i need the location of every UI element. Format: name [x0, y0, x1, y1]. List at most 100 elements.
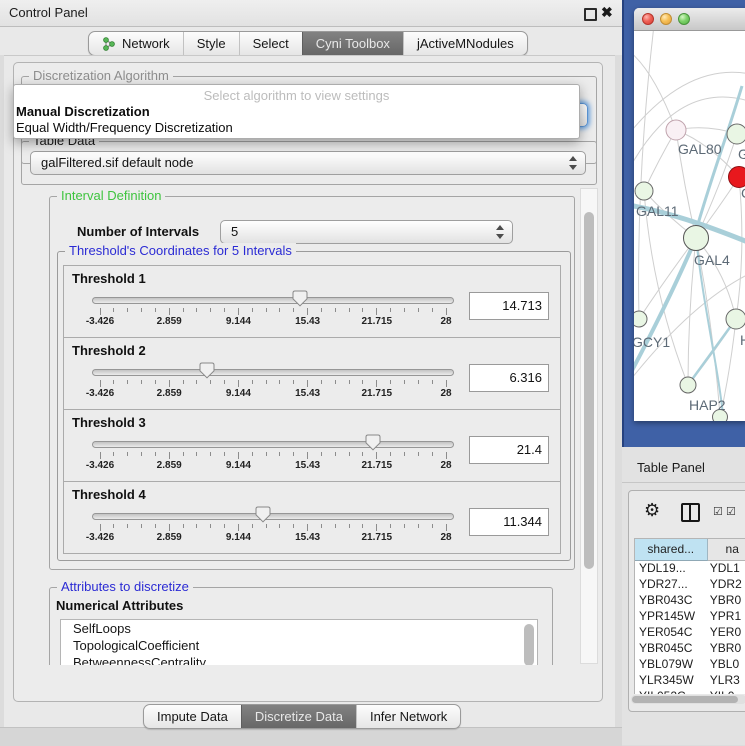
slider-track[interactable] — [92, 513, 454, 520]
attribute-list-item[interactable]: SelfLoops — [61, 620, 537, 637]
network-window[interactable]: GAL80 GA C GAL11 GAL4 GCY1 H HAP2 — [634, 8, 745, 421]
axis-tick-label: 9.144 — [226, 316, 251, 327]
axis-tick — [362, 452, 363, 456]
threshold-panel: Threshold 2-3.4262.8599.14415.4321.71528… — [63, 337, 561, 410]
tab-jactivemnodules[interactable]: jActiveMNodules — [403, 32, 527, 55]
tab-cyni-toolbox[interactable]: Cyni Toolbox — [302, 32, 403, 55]
network-node-pink[interactable] — [666, 120, 686, 140]
dropdown-option-manual[interactable]: Manual Discretization — [14, 104, 579, 120]
table-row[interactable]: YPR145WYPR1 — [635, 609, 745, 625]
slider-handle[interactable] — [365, 434, 381, 451]
table-row[interactable]: YBL079WYBL0 — [635, 657, 745, 673]
slider-handle[interactable] — [199, 362, 215, 379]
network-node-gcy1[interactable] — [634, 311, 647, 327]
axis-tick — [127, 380, 128, 384]
axis-tick — [432, 524, 433, 528]
checkbox-icon[interactable]: ☑ — [726, 505, 736, 518]
tab-style[interactable]: Style — [183, 32, 239, 55]
axis-tick — [279, 380, 280, 384]
table-row[interactable]: YIL052CYIL0 — [635, 689, 745, 694]
slider-track[interactable] — [92, 297, 454, 304]
axis-tick-label: -3.426 — [86, 388, 114, 399]
threshold-panel: Threshold 1-3.4262.8599.14415.4321.71528… — [63, 265, 561, 338]
axis-tick — [390, 524, 391, 528]
network-node-gal4[interactable] — [684, 226, 709, 251]
cell-shared-name: YBR043C — [635, 593, 708, 609]
tab-select[interactable]: Select — [239, 32, 302, 55]
close-icon[interactable]: ✖ — [601, 4, 613, 21]
axis-tick — [155, 380, 156, 384]
axis-tick-label: 9.144 — [226, 532, 251, 543]
axis-tick — [155, 524, 156, 528]
node-label-gcy1: GCY1 — [634, 334, 670, 350]
network-node-hap2[interactable] — [680, 377, 696, 393]
axis-tick-label: 28 — [440, 532, 451, 543]
cell-name: YPR1 — [708, 609, 745, 625]
form-scrollbar-thumb[interactable] — [584, 212, 594, 569]
column-header-name[interactable]: na — [708, 539, 745, 561]
tab-impute-data[interactable]: Impute Data — [144, 705, 241, 728]
axis-tick-label: -3.426 — [86, 532, 114, 543]
axis-tick — [349, 452, 350, 456]
axis-tick-label: 2.859 — [157, 388, 182, 399]
network-canvas[interactable]: GAL80 GA C GAL11 GAL4 GCY1 H HAP2 — [634, 31, 745, 421]
node-label-hap2: HAP2 — [689, 397, 726, 413]
network-node[interactable] — [726, 309, 745, 329]
zoom-traffic-light-icon[interactable] — [678, 13, 690, 25]
table-row[interactable]: YDL19...YDL1 — [635, 561, 745, 577]
float-window-icon[interactable] — [584, 8, 597, 21]
axis-tick — [432, 452, 433, 456]
list-scrollbar-thumb[interactable] — [524, 624, 534, 665]
table-row[interactable]: YER054CYER0 — [635, 625, 745, 641]
axis-tick — [141, 308, 142, 312]
table-horizontal-scrollbar[interactable] — [631, 695, 745, 704]
tab-network[interactable]: Network — [89, 32, 183, 55]
axis-tick — [446, 308, 447, 315]
axis-tick-label: 2.859 — [157, 532, 182, 543]
table-horizontal-scrollbar-thumb[interactable] — [632, 696, 738, 703]
tab-discretize-data[interactable]: Discretize Data — [241, 705, 356, 728]
threshold-value-field[interactable]: 6.316 — [469, 364, 549, 392]
slider-handle[interactable] — [255, 506, 271, 523]
axis-tick — [404, 308, 405, 312]
slider-track[interactable] — [92, 369, 454, 376]
dropdown-option-equal-width[interactable]: Equal Width/Frequency Discretization — [14, 120, 579, 136]
column-header-shared-name[interactable]: shared... — [635, 539, 708, 561]
axis-tick — [100, 524, 101, 531]
table-data-combobox[interactable]: galFiltered.sif default node — [30, 151, 586, 175]
attribute-list-item[interactable]: BetweennessCentrality — [61, 654, 537, 665]
table-row[interactable]: YDR27...YDR2 — [635, 577, 745, 593]
form-scrollbar[interactable] — [580, 188, 598, 664]
threshold-value-field[interactable]: 21.4 — [469, 436, 549, 464]
network-node[interactable] — [635, 182, 653, 200]
table-row[interactable]: YBR043CYBR0 — [635, 593, 745, 609]
slider-handle[interactable] — [292, 290, 308, 307]
axis-tick — [252, 308, 253, 312]
numerical-attributes-list[interactable]: SelfLoopsTopologicalCoefficientBetweenne… — [60, 619, 538, 665]
table-row[interactable]: YBR045CYBR0 — [635, 641, 745, 657]
network-window-titlebar — [634, 8, 745, 31]
network-edges — [634, 31, 745, 417]
gear-icon[interactable]: ⚙ — [644, 500, 660, 520]
tab-infer-network[interactable]: Infer Network — [356, 705, 460, 728]
axis-tick — [113, 452, 114, 456]
axis-tick — [210, 452, 211, 456]
axis-tick — [238, 308, 239, 315]
axis-tick — [321, 452, 322, 456]
slider-track[interactable] — [92, 441, 454, 448]
table-row[interactable]: YLR345WYLR3 — [635, 673, 745, 689]
axis-tick — [196, 380, 197, 384]
numerical-attributes-label: Numerical Attributes — [56, 598, 183, 613]
threshold-value-field[interactable]: 11.344 — [469, 508, 549, 536]
minimize-traffic-light-icon[interactable] — [660, 13, 672, 25]
close-traffic-light-icon[interactable] — [642, 13, 654, 25]
number-of-intervals-combobox[interactable]: 5 — [220, 220, 513, 244]
checkbox-icon[interactable]: ☑ — [713, 505, 723, 518]
threshold-value-field[interactable]: 14.713 — [469, 292, 549, 320]
axis-tick — [418, 308, 419, 312]
network-node[interactable] — [727, 124, 745, 144]
columns-icon[interactable] — [681, 503, 700, 522]
app-window: Control Panel ✖ Network Style Select Cyn… — [0, 0, 745, 745]
axis-tick — [432, 380, 433, 384]
attribute-list-item[interactable]: TopologicalCoefficient — [61, 637, 537, 654]
